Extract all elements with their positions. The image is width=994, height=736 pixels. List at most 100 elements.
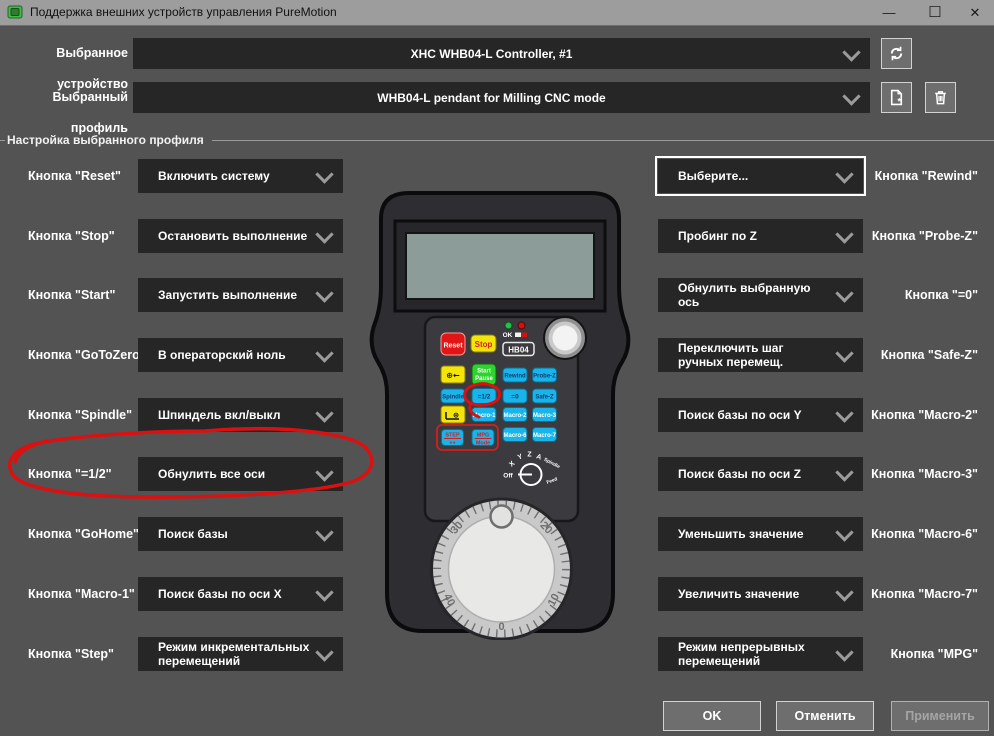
dropdown-zero-action[interactable]: Обнулить выбранную ось xyxy=(658,278,863,312)
label-reset-button: Кнопка "Reset" xyxy=(28,169,121,183)
svg-text:=0: =0 xyxy=(511,394,519,401)
half-key: =1/2 xyxy=(471,388,497,404)
dropdown-rewind-action[interactable]: Выберите... xyxy=(655,156,866,196)
new-document-icon: * xyxy=(890,89,903,106)
dropdown-stop-action[interactable]: Остановить выполнение xyxy=(138,219,343,253)
svg-text:HB04: HB04 xyxy=(508,346,529,355)
device-select-value: XHC WHB04-L Controller, #1 xyxy=(410,46,573,61)
macro-3-key: Macro-3 xyxy=(532,407,557,422)
dropdown-start-action[interactable]: Запустить выполнение xyxy=(138,278,343,312)
dropdown-macro1-action[interactable]: Поиск базы по оси X xyxy=(138,577,343,611)
new-profile-button[interactable]: * xyxy=(881,82,912,113)
stop-key: Stop xyxy=(470,334,497,353)
label-step-button: Кнопка "Step" xyxy=(28,647,114,661)
group-title: Настройка выбранного профиля xyxy=(7,133,204,147)
svg-text:Macro-6: Macro-6 xyxy=(503,433,527,439)
dropdown-half-action[interactable]: Обнулить все оси xyxy=(138,457,343,491)
dropdown-step-action[interactable]: Режим инкрементальных перемещений xyxy=(138,637,343,671)
dropdown-probez-action[interactable]: Пробинг по Z xyxy=(658,219,863,253)
svg-text:Safe-Z: Safe-Z xyxy=(535,395,554,401)
chevron-down-icon xyxy=(835,463,854,482)
estop-knob xyxy=(543,316,587,360)
dropdown-macro7-action[interactable]: Увеличить значение xyxy=(658,577,863,611)
chevron-down-icon xyxy=(315,165,334,184)
macro-1-key: Macro-1 xyxy=(471,407,497,422)
reset-key: Reset xyxy=(440,332,466,356)
close-button[interactable]: ✕ xyxy=(958,0,992,25)
dropdown-spindle-action[interactable]: Шпиндель вкл/выкл xyxy=(138,398,343,432)
dropdown-macro6-action[interactable]: Уменьшить значение xyxy=(658,517,863,551)
chevron-down-icon xyxy=(842,42,861,62)
svg-text:STEP: STEP xyxy=(445,433,460,439)
label-zero-button: Кнопка "=0" xyxy=(904,288,978,302)
dropdown-safez-action[interactable]: Переключить шаг ручных перемещ. xyxy=(658,338,863,372)
dropdown-gohome-action[interactable]: Поиск базы xyxy=(138,517,343,551)
chevron-down-icon xyxy=(315,344,334,363)
svg-text:Spindle: Spindle xyxy=(442,395,464,401)
dropdown-reset-action[interactable]: Включить систему xyxy=(138,159,343,193)
dropdown-gotozero-action[interactable]: В операторский ноль xyxy=(138,338,343,372)
svg-text:Macro-2: Macro-2 xyxy=(503,413,527,419)
svg-text:Rewind: Rewind xyxy=(504,374,526,380)
device-select[interactable]: XHC WHB04-L Controller, #1 xyxy=(133,38,870,69)
chevron-down-icon xyxy=(835,404,854,423)
dropdown-macro3-action[interactable]: Поиск базы по оси Z xyxy=(658,457,863,491)
svg-text:Z: Z xyxy=(527,452,532,459)
label-macro6-button: Кнопка "Macro-6" xyxy=(871,527,978,541)
ok-button[interactable]: OK xyxy=(663,701,761,731)
svg-text:=1/2: =1/2 xyxy=(478,394,491,401)
profile-select[interactable]: WHB04-L pendant for Milling CNC mode xyxy=(133,82,870,113)
label-stop-button: Кнопка "Stop" xyxy=(28,229,115,243)
cancel-button[interactable]: Отменить xyxy=(776,701,874,731)
dropdown-macro2-action[interactable]: Поиск базы по оси Y xyxy=(658,398,863,432)
chevron-down-icon xyxy=(835,583,854,602)
probe-z-key: Probe-Z xyxy=(532,367,557,383)
svg-text:Off: Off xyxy=(503,473,513,480)
label-probez-button: Кнопка "Probe-Z" xyxy=(871,229,978,243)
chevron-down-icon xyxy=(315,284,334,303)
green-led xyxy=(504,321,513,330)
rewind-key: Rewind xyxy=(502,367,528,383)
label-macro2-button: Кнопка "Macro-2" xyxy=(871,408,978,422)
led-state-icon xyxy=(515,332,527,337)
label-mpg-button: Кнопка "MPG" xyxy=(890,647,978,661)
chevron-down-icon xyxy=(315,463,334,482)
svg-text:*: * xyxy=(898,97,902,106)
ok-led-label: OK xyxy=(503,332,513,339)
zero-key: =0 xyxy=(502,388,528,404)
profile-settings-group: Настройка выбранного профиля xyxy=(0,131,994,149)
refresh-icon xyxy=(890,46,903,61)
chevron-down-icon xyxy=(315,225,334,244)
label-safez-button: Кнопка "Safe-Z" xyxy=(880,348,978,362)
refresh-devices-button[interactable] xyxy=(881,38,912,69)
label-macro3-button: Кнопка "Macro-3" xyxy=(871,467,978,481)
pendant-illustration: OK Reset Stop HB04 ⊕← Start Pause Rewind… xyxy=(369,191,631,640)
macro-2-key: Macro-2 xyxy=(502,407,528,422)
svg-text:Macro-1: Macro-1 xyxy=(472,413,496,419)
label-rewind-button: Кнопка "Rewind" xyxy=(874,169,978,183)
chevron-down-icon xyxy=(835,225,854,244)
red-led xyxy=(517,321,526,330)
svg-text:Mode: Mode xyxy=(476,441,490,447)
chevron-down-icon xyxy=(835,165,854,184)
svg-text:Macro-3: Macro-3 xyxy=(533,413,557,419)
svg-text:⊕: ⊕ xyxy=(453,411,459,420)
chevron-down-icon xyxy=(835,284,854,303)
home-key: ⊕← xyxy=(440,365,466,384)
dialog-window: Поддержка внешних устройств управления P… xyxy=(0,0,994,736)
dropdown-mpg-action[interactable]: Режим непрерывных перемещений xyxy=(658,637,863,671)
safe-z-key: Safe-Z xyxy=(532,388,557,404)
svg-text:Probe-Z: Probe-Z xyxy=(533,374,556,380)
svg-text:Macro-7: Macro-7 xyxy=(533,433,557,439)
chevron-down-icon xyxy=(842,86,861,106)
label-start-button: Кнопка "Start" xyxy=(28,288,116,302)
delete-profile-button[interactable] xyxy=(925,82,956,113)
trash-icon xyxy=(935,91,946,105)
svg-text:MPG: MPG xyxy=(477,433,490,439)
chevron-down-icon xyxy=(835,643,854,662)
app-icon xyxy=(7,5,23,19)
wheel-finger-hole xyxy=(489,504,514,529)
maximize-button[interactable]: ☐ xyxy=(918,0,952,25)
minimize-button[interactable]: — xyxy=(872,0,906,25)
apply-button[interactable]: Применить xyxy=(891,701,989,731)
